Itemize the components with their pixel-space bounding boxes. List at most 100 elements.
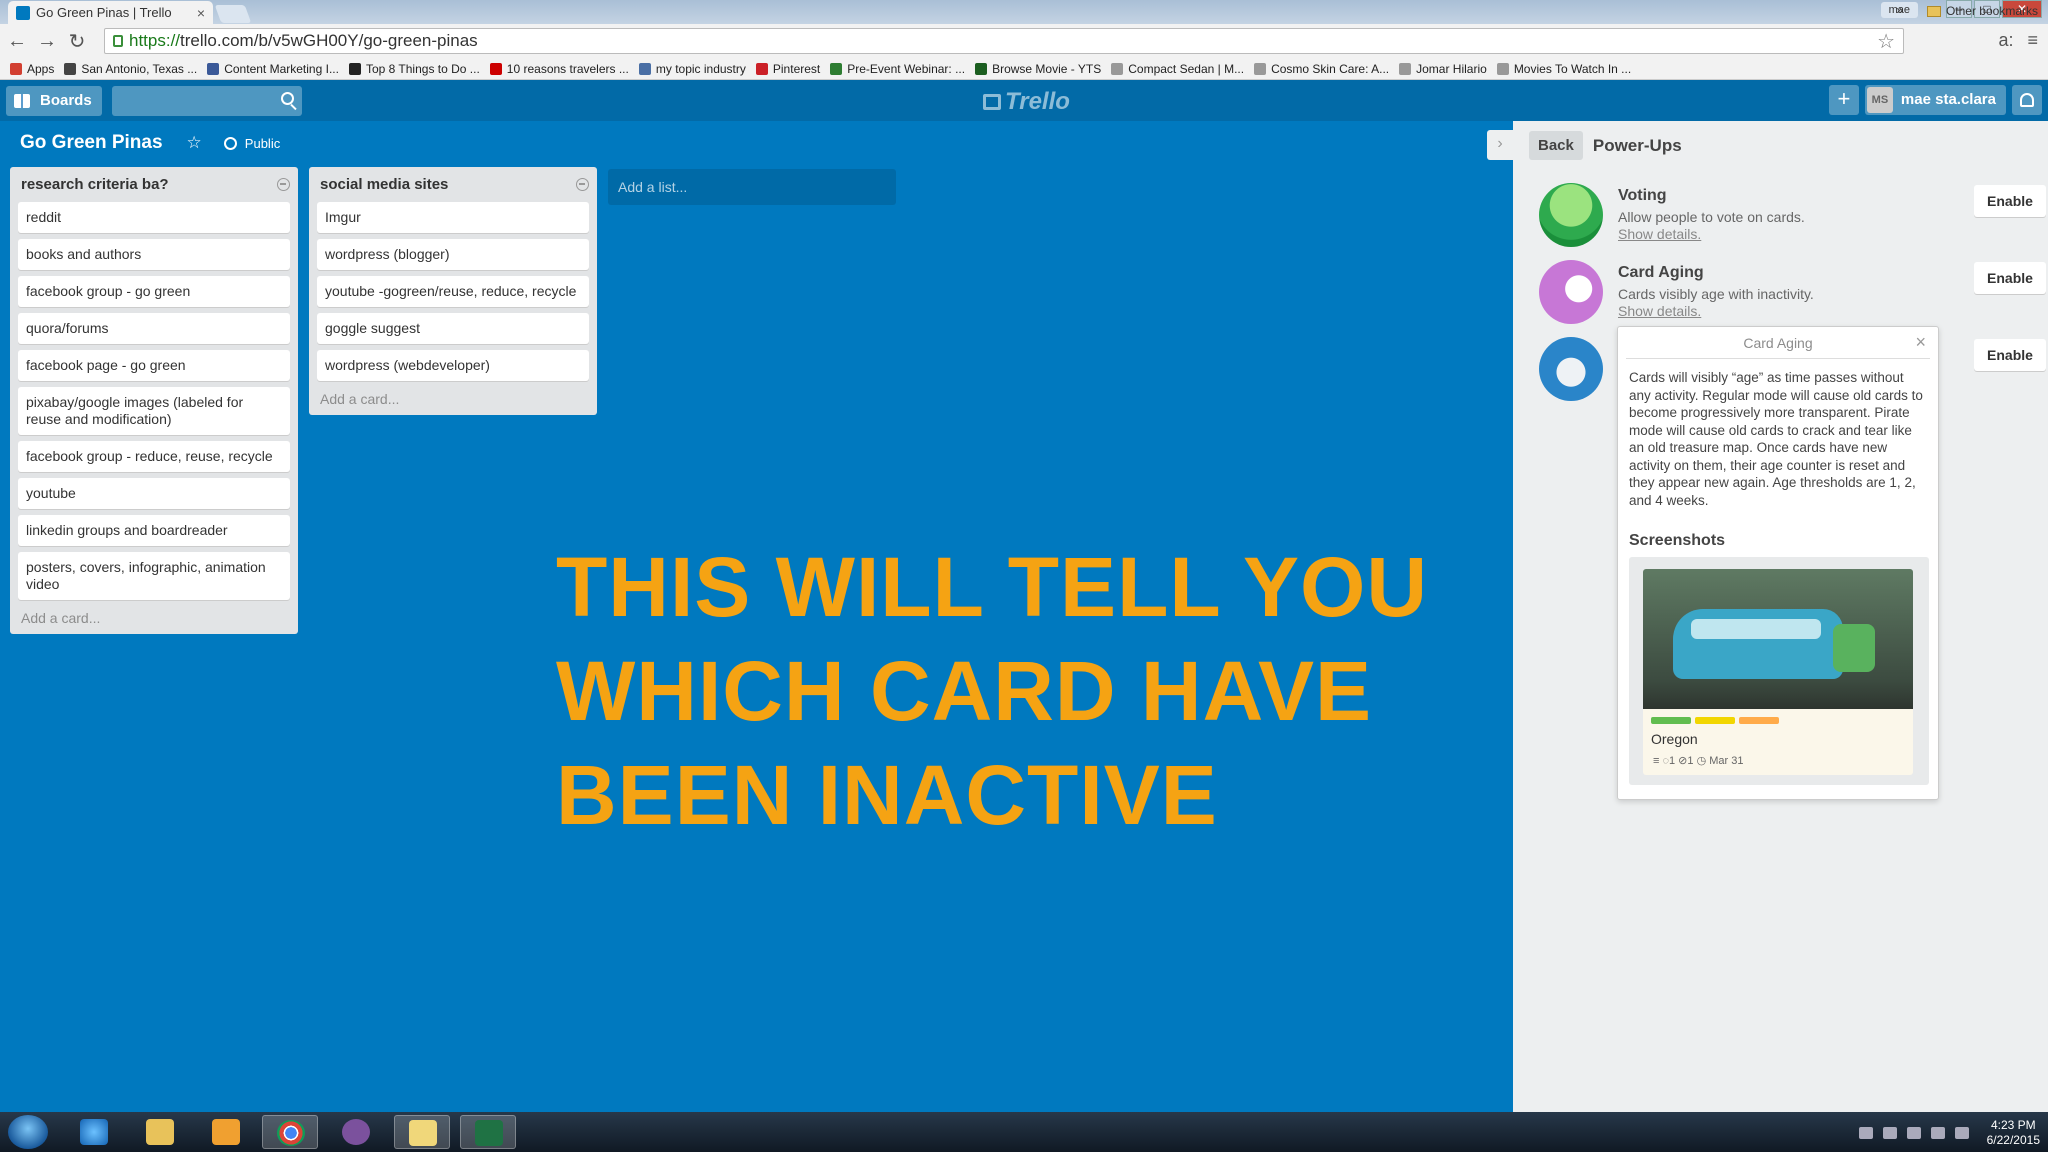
address-bar[interactable]: https:// trello.com/b/v5wGH00Y/go-green-… <box>104 28 1904 54</box>
list-card[interactable]: reddit <box>18 202 290 233</box>
bookmark-item[interactable]: Jomar Hilario <box>1399 62 1487 76</box>
browser-tab[interactable]: Go Green Pinas | Trello × <box>8 1 213 24</box>
header-right: + MS mae sta.clara <box>1828 85 2042 115</box>
list-card[interactable]: quora/forums <box>18 313 290 344</box>
add-button[interactable]: + <box>1828 85 1859 115</box>
bookmark-item[interactable]: Top 8 Things to Do ... <box>348 62 480 76</box>
screenshots-heading: Screenshots <box>1629 532 1726 549</box>
close-icon[interactable]: × <box>1915 332 1926 353</box>
other-bookmarks[interactable]: Other bookmarks <box>1926 4 2038 18</box>
list-card[interactable]: Imgur <box>317 202 589 233</box>
sidebar-title: Power-Ups <box>1592 135 1682 155</box>
show-details-link[interactable]: Show details. <box>1618 303 1701 319</box>
list-card[interactable]: facebook group - reduce, reuse, recycle <box>18 441 290 472</box>
boards-button[interactable]: Boards <box>6 85 102 116</box>
back-button[interactable]: Back <box>1529 131 1583 160</box>
list-card[interactable]: posters, covers, infographic, animation … <box>18 552 290 600</box>
reload-icon[interactable]: ↻ <box>64 29 90 54</box>
popover-title: Card Aging <box>1743 335 1813 351</box>
start-button[interactable] <box>8 1115 48 1149</box>
bookmark-favicon-icon <box>830 62 843 75</box>
search-input[interactable] <box>112 85 302 116</box>
bookmark-item[interactable]: Cosmo Skin Care: A... <box>1254 62 1389 76</box>
board-title[interactable]: Go Green Pinas <box>20 132 163 154</box>
list-card[interactable]: youtube -gogreen/reuse, reduce, recycle <box>317 276 589 307</box>
powerup-card-aging: Card Aging Cards visibly age with inacti… <box>1539 260 2046 324</box>
tab-close-icon[interactable]: × <box>197 5 205 21</box>
list-title[interactable]: research criteria ba? <box>21 176 169 193</box>
taskbar-excel[interactable] <box>460 1115 516 1149</box>
card-aging-popover: Card Aging × Cards will visibly “age” as… <box>1617 326 1939 800</box>
list-card[interactable]: pixabay/google images (labeled for reuse… <box>18 387 290 435</box>
show-details-link[interactable]: Show details. <box>1618 226 1701 242</box>
bookmark-label: Pre-Event Webinar: ... <box>847 61 966 76</box>
list-card[interactable]: linkedin groups and boardreader <box>18 515 290 546</box>
voting-icon <box>1539 183 1603 247</box>
list-card[interactable]: facebook page - go green <box>18 350 290 381</box>
enable-button[interactable]: Enable <box>1974 185 2046 217</box>
member-menu-button[interactable]: MS mae sta.clara <box>1864 85 2006 115</box>
taskbar-explorer-window[interactable] <box>394 1115 450 1149</box>
trello-logo[interactable]: Trello <box>983 88 1070 116</box>
bookmark-label: Compact Sedan | M... <box>1128 61 1245 76</box>
star-icon[interactable]: ☆ <box>187 133 202 153</box>
new-tab-button[interactable] <box>214 5 252 23</box>
bookmark-item[interactable]: Content Marketing I... <box>207 62 339 76</box>
action-center-icon[interactable] <box>1906 1127 1921 1139</box>
list-header[interactable]: social media sites <box>317 172 589 196</box>
windows-taskbar: 4:23 PM 6/22/2015 <box>0 1112 2048 1152</box>
video-caption: THIS WILL TELL YOU WHICH CARD HAVE BEEN … <box>556 540 1429 842</box>
sidebar-toggle[interactable]: › <box>1487 130 1513 160</box>
bookmark-item[interactable]: Compact Sedan | M... <box>1111 62 1244 76</box>
add-card-button[interactable]: Add a card... <box>317 391 589 407</box>
bookmark-star-icon[interactable]: ☆ <box>1877 29 1895 54</box>
enable-button[interactable]: Enable <box>1974 262 2046 294</box>
notifications-button[interactable] <box>2012 85 2042 115</box>
list-card[interactable]: goggle suggest <box>317 313 589 344</box>
list-research-criteria: research criteria ba? reddit books and a… <box>10 167 298 634</box>
back-arrow-icon[interactable]: ← <box>4 30 30 53</box>
bookmark-favicon-icon <box>1496 62 1509 75</box>
add-card-button[interactable]: Add a card... <box>18 610 290 626</box>
tray-expand-icon[interactable] <box>1858 1127 1873 1139</box>
taskbar-file-explorer[interactable] <box>132 1115 188 1149</box>
clock[interactable]: 4:23 PM 6/22/2015 <box>1987 1118 2040 1148</box>
volume-icon[interactable] <box>1930 1127 1945 1139</box>
bookmark-item[interactable]: Browse Movie - YTS <box>975 62 1101 76</box>
bookmark-label: my topic industry <box>655 61 746 76</box>
list-header[interactable]: research criteria ba? <box>18 172 290 196</box>
bookmark-item[interactable]: San Antonio, Texas ... <box>64 62 197 76</box>
viber-icon <box>342 1119 370 1145</box>
label-green <box>1651 717 1691 724</box>
bookmark-item[interactable]: Movies To Watch In ... <box>1496 62 1631 76</box>
menu-icon[interactable]: ≡ <box>2027 30 2038 51</box>
list-card[interactable]: books and authors <box>18 239 290 270</box>
bookmark-item[interactable]: my topic industry <box>638 61 746 76</box>
list-card[interactable]: youtube <box>18 478 290 509</box>
list-card[interactable]: facebook group - go green <box>18 276 290 307</box>
taskbar-chrome[interactable] <box>262 1115 318 1149</box>
taskbar-viber[interactable] <box>328 1115 384 1149</box>
bookmark-item[interactable]: Apps <box>10 62 54 76</box>
bookmarks-overflow-icon[interactable]: » <box>1896 3 1903 17</box>
list-title[interactable]: social media sites <box>320 176 448 193</box>
windows-flag-icon[interactable] <box>1882 1127 1897 1139</box>
forward-arrow-icon[interactable]: → <box>34 30 60 53</box>
enable-button[interactable]: Enable <box>1974 339 2046 371</box>
list-menu-icon[interactable] <box>277 177 290 191</box>
list-card[interactable]: wordpress (blogger) <box>317 239 589 270</box>
bookmark-item[interactable]: Pre-Event Webinar: ... <box>830 62 965 76</box>
extension-icon[interactable]: a: <box>1998 30 2013 51</box>
bookmark-item[interactable]: 10 reasons travelers ... <box>489 62 629 76</box>
network-icon[interactable] <box>1954 1127 1969 1139</box>
list-card[interactable]: wordpress (webdeveloper) <box>317 350 589 381</box>
add-list-button[interactable]: Add a list... <box>608 169 896 205</box>
list-menu-icon[interactable] <box>576 177 589 191</box>
visibility-button[interactable]: Public <box>223 136 280 151</box>
screenshot-preview[interactable]: Oregon ≡ ◌1 ⊘1 ◷ Mar 31 <box>1629 557 1929 785</box>
powerup-description: Allow people to vote on cards. <box>1618 209 1805 225</box>
bookmark-item[interactable]: Pinterest <box>755 62 820 76</box>
taskbar-internet-explorer[interactable] <box>66 1115 122 1149</box>
taskbar-media-player[interactable] <box>198 1115 254 1149</box>
tab-title: Go Green Pinas | Trello <box>36 5 172 20</box>
